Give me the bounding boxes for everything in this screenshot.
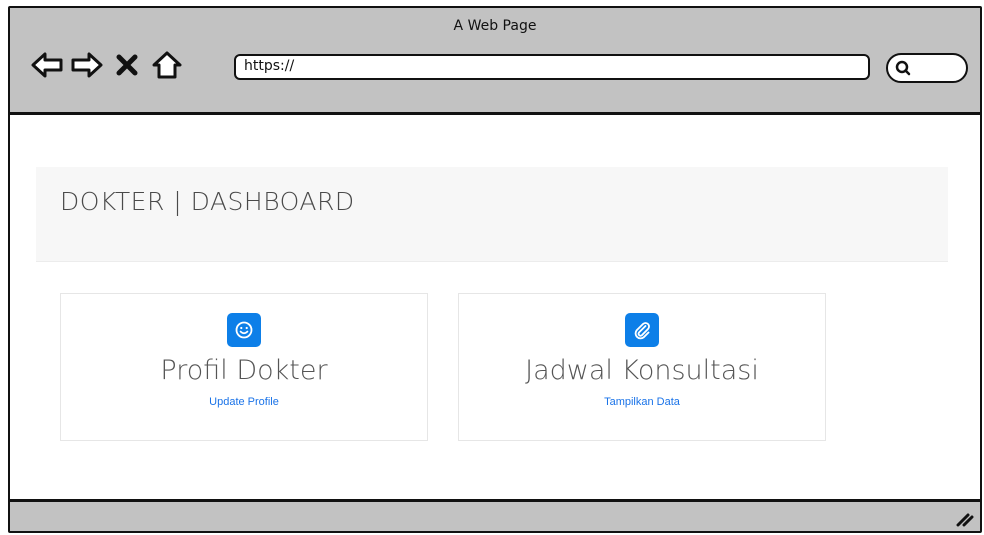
home-button[interactable]: [150, 48, 184, 82]
search-field[interactable]: [886, 53, 968, 83]
resize-grip-icon[interactable]: [954, 509, 974, 527]
close-x-icon: [116, 54, 138, 76]
tampilkan-data-link[interactable]: Tampilkan Data: [604, 396, 680, 408]
forward-arrow-icon: [71, 52, 103, 78]
update-profile-link[interactable]: Update Profile: [209, 396, 279, 408]
back-arrow-icon: [31, 52, 63, 78]
browser-toolbar: A Web Page https://: [10, 8, 980, 115]
browser-window: A Web Page https:// DOKTER | DASHBOARD P…: [8, 6, 982, 533]
nav-buttons: [30, 48, 184, 82]
forward-button[interactable]: [70, 48, 104, 82]
search-icon: [895, 60, 911, 76]
status-bar: [10, 499, 980, 531]
paperclip-icon: [625, 313, 659, 347]
stop-button[interactable]: [110, 48, 144, 82]
card-profil-dokter: Profil Dokter Update Profile: [60, 293, 428, 441]
page-title: DOKTER | DASHBOARD: [60, 187, 355, 216]
card-jadwal-konsultasi: Jadwal Konsultasi Tampilkan Data: [458, 293, 826, 441]
page-header: DOKTER | DASHBOARD: [36, 167, 948, 262]
card-title: Jadwal Konsultasi: [525, 355, 759, 386]
smiley-icon: [227, 313, 261, 347]
card-title: Profil Dokter: [160, 355, 328, 386]
back-button[interactable]: [30, 48, 64, 82]
address-bar[interactable]: https://: [234, 54, 870, 80]
page-content: DOKTER | DASHBOARD Profil Dokter Update …: [10, 115, 980, 499]
window-title: A Web Page: [453, 18, 537, 34]
home-icon: [152, 51, 182, 79]
